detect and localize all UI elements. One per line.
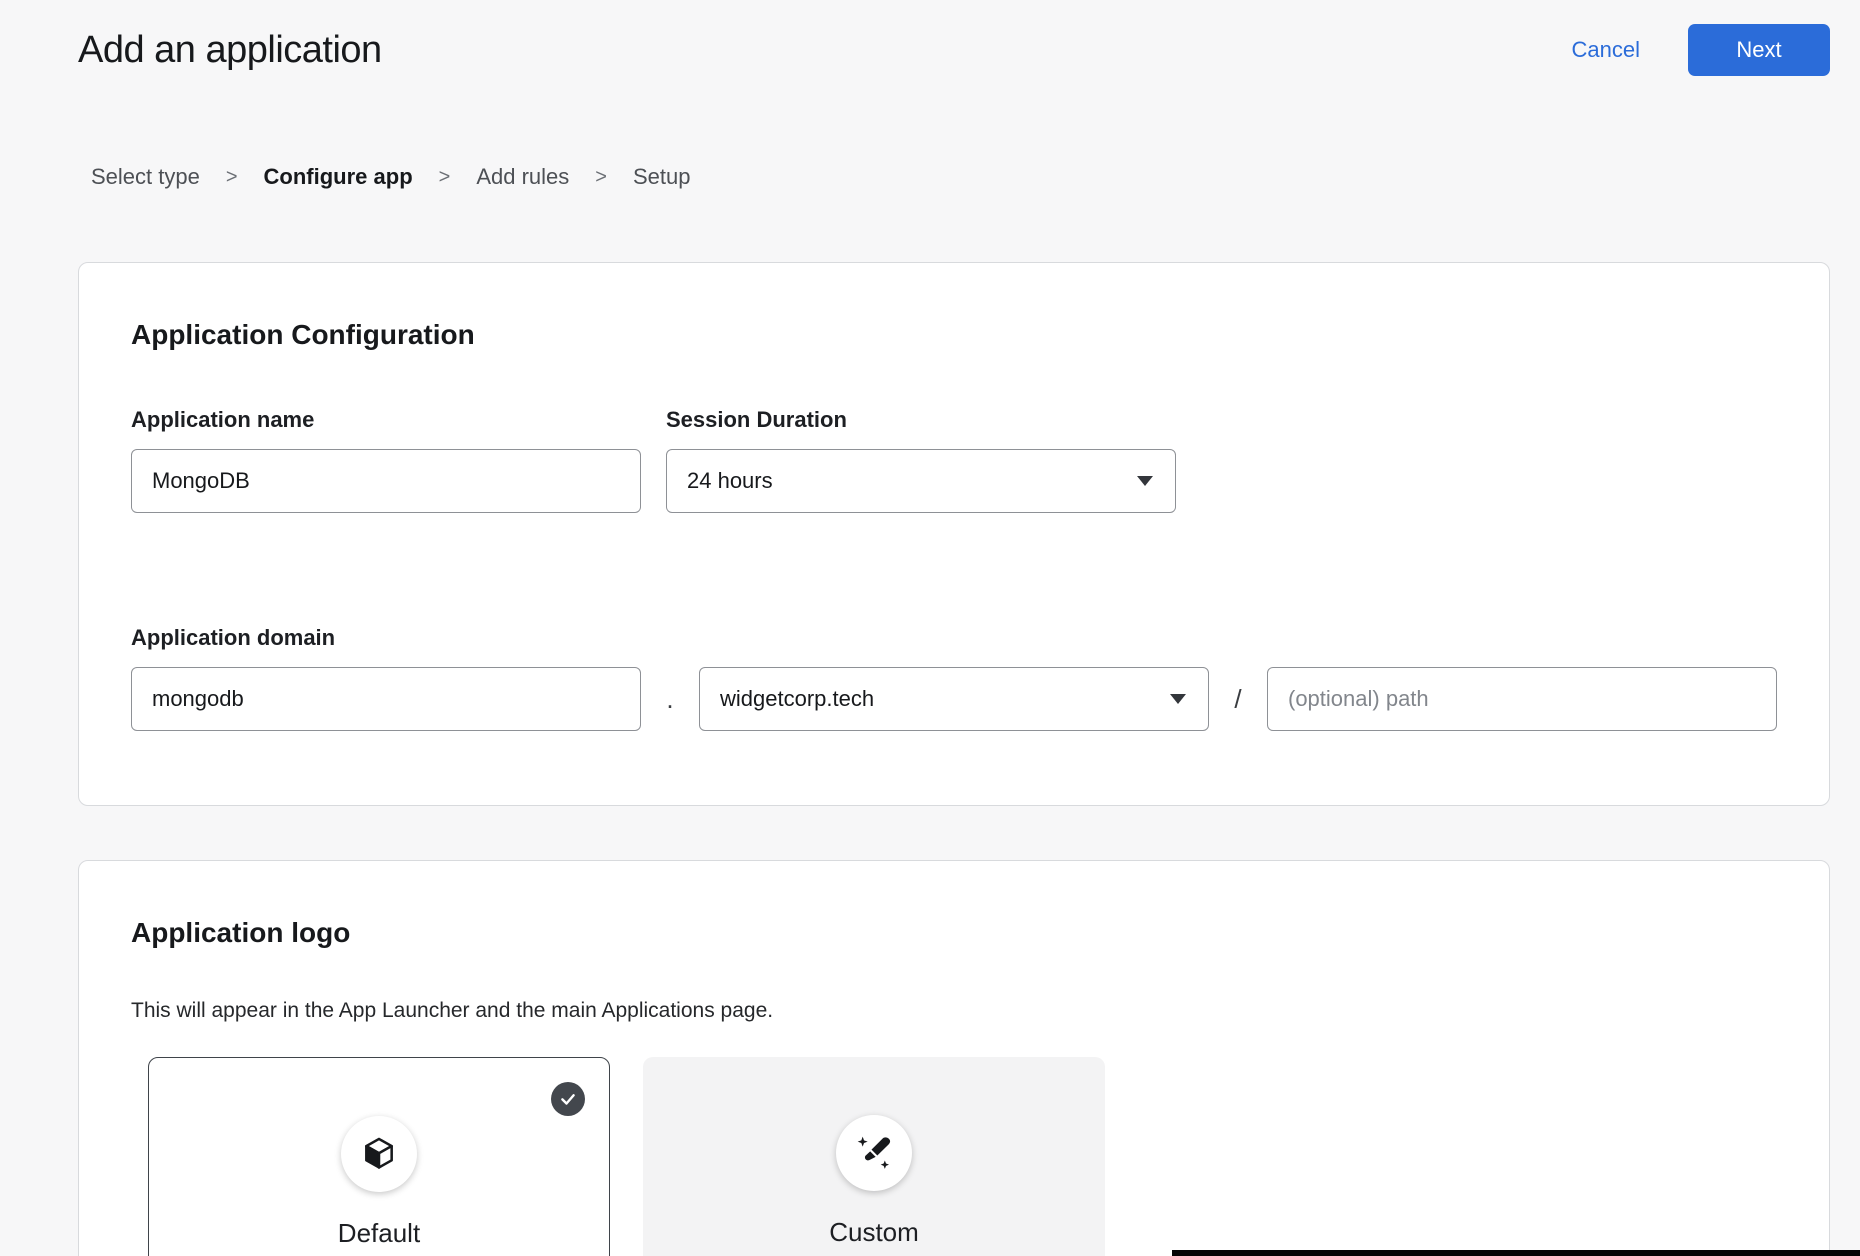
breadcrumb-separator: >	[595, 166, 607, 189]
path-input[interactable]	[1267, 667, 1777, 731]
slash-separator: /	[1229, 684, 1247, 715]
bottom-edge-artifact	[1172, 1250, 1860, 1256]
session-duration-field: Session Duration 24 hours	[666, 407, 1176, 513]
chevron-down-icon	[1137, 476, 1153, 486]
logo-option-label: Custom	[829, 1217, 919, 1248]
breadcrumb-step-select-type[interactable]: Select type	[91, 164, 200, 190]
application-logo-card: Application logo This will appear in the…	[78, 860, 1830, 1256]
cube-icon	[341, 1116, 417, 1192]
application-configuration-heading: Application Configuration	[131, 319, 1777, 351]
breadcrumb: Select type > Configure app > Add rules …	[91, 164, 1860, 190]
session-duration-select[interactable]: 24 hours	[666, 449, 1176, 513]
session-duration-label: Session Duration	[666, 407, 1176, 433]
page-header: Add an application Cancel Next	[0, 0, 1860, 76]
domain-select-value: widgetcorp.tech	[720, 686, 874, 712]
paintbrush-icon	[836, 1115, 912, 1191]
logo-option-custom[interactable]: Custom	[643, 1057, 1105, 1256]
breadcrumb-separator: >	[439, 166, 451, 189]
application-name-input[interactable]	[131, 449, 641, 513]
breadcrumb-step-configure-app[interactable]: Configure app	[264, 164, 413, 190]
session-duration-value: 24 hours	[687, 468, 773, 494]
page-title: Add an application	[78, 29, 382, 72]
chevron-down-icon	[1170, 694, 1186, 704]
application-domain-field: Application domain . widgetcorp.tech /	[131, 625, 1777, 731]
application-configuration-card: Application Configuration Application na…	[78, 262, 1830, 806]
logo-option-label: Default	[338, 1218, 420, 1249]
logo-options: Default Custom	[148, 1057, 1777, 1256]
dot-separator: .	[661, 684, 679, 715]
subdomain-input[interactable]	[131, 667, 641, 731]
next-button[interactable]: Next	[1688, 24, 1830, 76]
header-actions: Cancel Next	[1572, 24, 1830, 76]
application-name-field: Application name	[131, 407, 641, 513]
breadcrumb-separator: >	[226, 166, 238, 189]
check-icon	[551, 1082, 585, 1116]
application-name-label: Application name	[131, 407, 641, 433]
breadcrumb-step-add-rules[interactable]: Add rules	[476, 164, 569, 190]
breadcrumb-step-setup[interactable]: Setup	[633, 164, 691, 190]
application-domain-label: Application domain	[131, 625, 1777, 651]
domain-select[interactable]: widgetcorp.tech	[699, 667, 1209, 731]
cancel-button[interactable]: Cancel	[1572, 37, 1640, 63]
application-logo-heading: Application logo	[131, 917, 1777, 949]
logo-option-default[interactable]: Default	[148, 1057, 610, 1256]
application-logo-description: This will appear in the App Launcher and…	[131, 999, 1777, 1023]
name-session-row: Application name Session Duration 24 hou…	[131, 407, 1777, 513]
application-domain-row: . widgetcorp.tech /	[131, 667, 1777, 731]
add-application-page: { "header": { "title": "Add an applicati…	[0, 0, 1860, 1256]
